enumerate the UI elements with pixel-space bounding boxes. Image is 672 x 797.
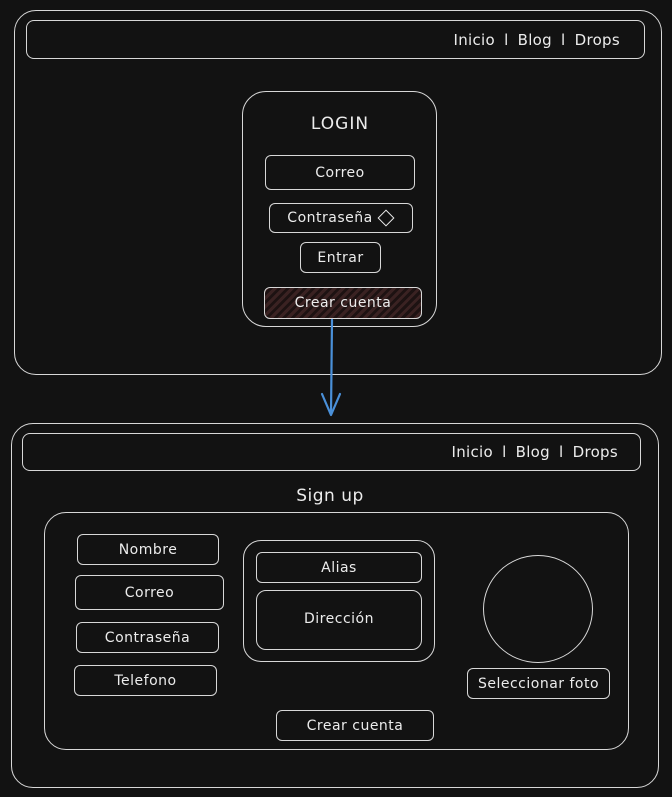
nav-link-inicio[interactable]: Inicio	[451, 443, 493, 461]
select-photo-button[interactable]: Seleccionar foto	[467, 668, 610, 699]
login-email-field[interactable]: Correo	[265, 155, 415, 190]
signup-title: Sign up	[296, 486, 364, 506]
nav-link-drops[interactable]: Drops	[573, 443, 618, 461]
signup-nav-bar: Inicio l Blog l Drops	[22, 433, 641, 471]
signup-address-label: Dirección	[304, 611, 374, 627]
signup-create-account-button[interactable]: Crear cuenta	[276, 710, 434, 741]
nav-separator: l	[502, 443, 507, 461]
signup-name-field[interactable]: Nombre	[77, 534, 219, 565]
signup-address-field[interactable]: Dirección	[256, 590, 422, 650]
login-password-field[interactable]: Contraseña	[269, 203, 413, 233]
nav-separator: l	[504, 31, 509, 49]
diamond-icon	[377, 209, 395, 227]
login-create-account-button[interactable]: Crear cuenta	[264, 287, 422, 319]
nav-link-blog[interactable]: Blog	[518, 31, 552, 49]
login-title: LOGIN	[310, 114, 370, 134]
nav-separator: l	[559, 443, 564, 461]
password-label: Contraseña	[287, 210, 373, 226]
login-nav-bar: Inicio l Blog l Drops	[26, 20, 645, 59]
signup-password-field[interactable]: Contraseña	[76, 622, 219, 653]
nav-link-blog[interactable]: Blog	[516, 443, 550, 461]
profile-photo-placeholder	[483, 555, 593, 663]
signup-alias-field[interactable]: Alias	[256, 552, 422, 583]
flow-arrow	[320, 318, 342, 417]
flow-arrow-line	[329, 318, 334, 416]
nav-separator: l	[561, 31, 566, 49]
nav-link-inicio[interactable]: Inicio	[453, 31, 495, 49]
nav-link-drops[interactable]: Drops	[575, 31, 620, 49]
signup-email-field[interactable]: Correo	[75, 575, 224, 610]
signup-phone-field[interactable]: Telefono	[74, 665, 217, 696]
login-enter-button[interactable]: Entrar	[300, 242, 381, 273]
